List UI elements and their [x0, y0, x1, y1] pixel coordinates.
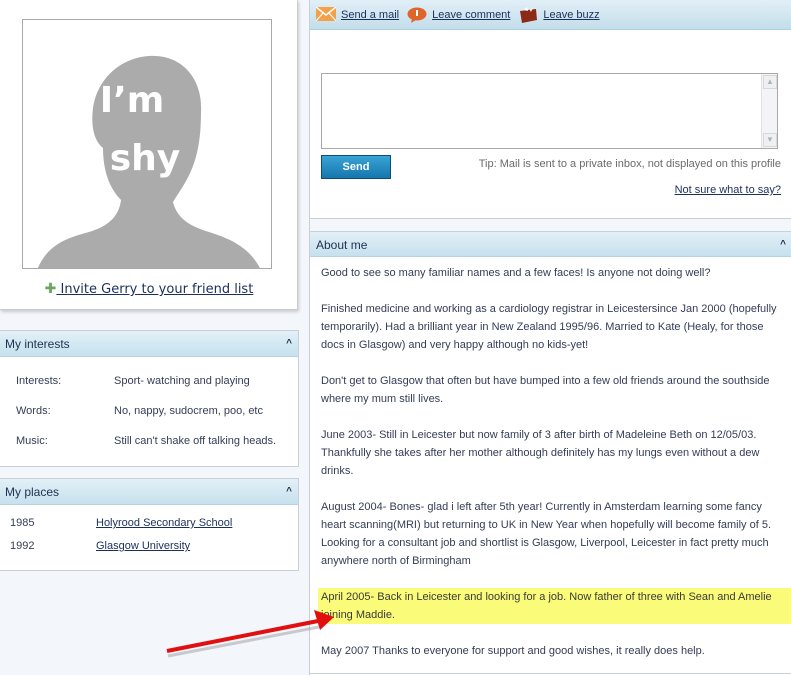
invite-friend: ✚ Invite Gerry to your friend list: [0, 281, 298, 297]
leave-buzz-link[interactable]: Leave buzz: [543, 9, 599, 21]
places-header: My places ^: [0, 479, 298, 505]
interest-label: Words:: [16, 405, 51, 417]
place-year: 1985: [10, 517, 35, 529]
mail-tip: Tip: Mail is sent to a private inbox, no…: [478, 158, 781, 170]
interest-label: Interests:: [16, 375, 62, 387]
buzz-gift-icon: [518, 6, 538, 23]
main-column: Send a mail Leave comment Leave buzz ▲ ▼…: [309, 0, 791, 675]
about-header: About me ^: [310, 231, 791, 257]
places-panel: My places ^ 1985 Holyrood Secondary Scho…: [0, 478, 299, 571]
profile-photo: I’m shy: [22, 19, 272, 269]
collapse-icon[interactable]: ^: [780, 232, 786, 258]
interest-value: Still can't shake off talking heads.: [114, 435, 277, 447]
interest-value: No, nappy, sudocrem, poo, etc: [114, 405, 263, 417]
invite-friend-link[interactable]: Invite Gerry to your friend list: [56, 282, 254, 297]
about-paragraph: Finished medicine and working as a cardi…: [321, 303, 777, 351]
mail-message-input[interactable]: ▲ ▼: [321, 73, 778, 149]
bottom-border: [310, 673, 791, 674]
collapse-icon[interactable]: ^: [286, 479, 292, 505]
interests-header: My interests ^: [0, 331, 298, 357]
envelope-icon: [315, 5, 337, 23]
place-link[interactable]: Holyrood Secondary School: [96, 517, 232, 529]
help-link[interactable]: Not sure what to say?: [675, 184, 781, 196]
interest-label: Music:: [16, 435, 48, 447]
textarea-scrollbar[interactable]: ▲ ▼: [761, 74, 777, 148]
about-paragraph: August 2004- Bones- glad i left after 5t…: [321, 501, 772, 567]
about-paragraph: Don't get to Glasgow that often but have…: [321, 375, 770, 405]
plus-icon: ✚: [44, 281, 57, 297]
about-paragraph: June 2003- Still in Leicester but now fa…: [321, 429, 760, 477]
places-title: My places: [5, 485, 60, 499]
silhouette-placeholder-icon: I’m shy: [37, 55, 260, 268]
scroll-up-icon[interactable]: ▲: [763, 75, 777, 89]
about-paragraph-highlighted: April 2005- Back in Leicester and lookin…: [318, 588, 791, 624]
collapse-icon[interactable]: ^: [286, 331, 292, 357]
about-body: Good to see so many familiar names and a…: [318, 264, 791, 675]
send-button[interactable]: Send: [321, 155, 391, 179]
section-divider: [310, 218, 791, 231]
leave-comment-link[interactable]: Leave comment: [432, 9, 510, 21]
comment-bubble-icon: [407, 7, 427, 23]
scroll-down-icon[interactable]: ▼: [763, 133, 777, 147]
action-bar: Send a mail Leave comment Leave buzz: [310, 0, 791, 30]
about-title: About me: [316, 238, 368, 252]
interest-value: Sport- watching and playing: [114, 375, 250, 387]
place-link[interactable]: Glasgow University: [96, 540, 190, 552]
photo-text-line1: I’m: [100, 80, 165, 121]
send-mail-link[interactable]: Send a mail: [341, 9, 399, 21]
about-paragraph: Good to see so many familiar names and a…: [321, 267, 711, 279]
place-year: 1992: [10, 540, 35, 552]
photo-text-line2: shy: [110, 138, 181, 179]
profile-photo-card: I’m shy ✚ Invite Gerry to your friend li…: [0, 0, 298, 310]
interests-title: My interests: [5, 337, 70, 351]
interests-panel: My interests ^ Interests: Sport- watchin…: [0, 330, 299, 467]
about-paragraph: May 2007 Thanks to everyone for support …: [321, 645, 705, 657]
